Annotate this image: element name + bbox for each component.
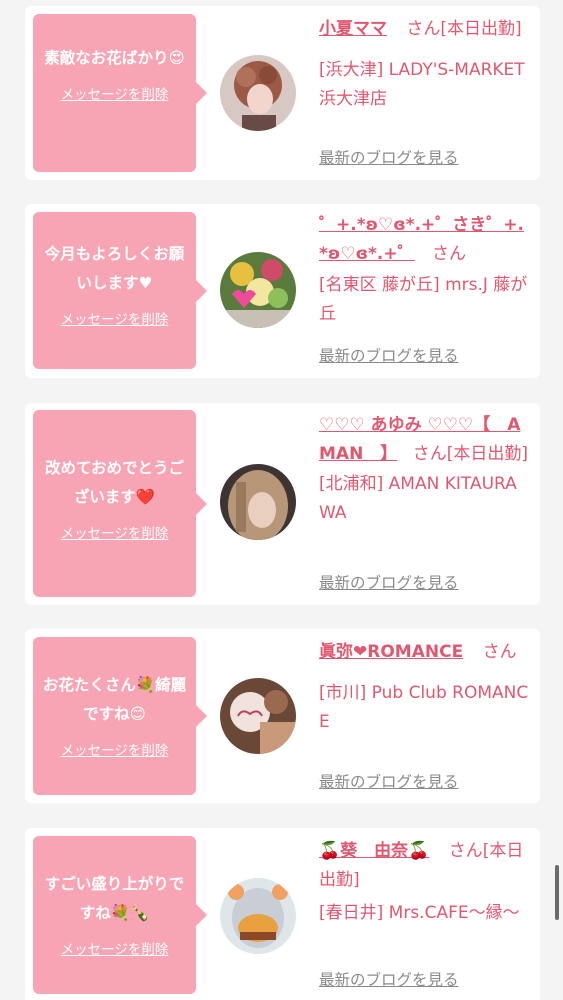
honorific-status: さん[本日出勤] bbox=[412, 444, 528, 464]
avatar[interactable] bbox=[220, 878, 296, 954]
delete-message-link[interactable]: メッセージを削除 bbox=[61, 739, 169, 759]
avatar[interactable] bbox=[220, 55, 296, 131]
delete-message-link[interactable]: メッセージを削除 bbox=[61, 938, 169, 958]
delete-message-link[interactable]: メッセージを削除 bbox=[61, 83, 169, 103]
honorific-status: さん[本日出勤] bbox=[406, 19, 522, 39]
message-bubble: すごい盛り上がりですね💐🍾 メッセージを削除 bbox=[33, 836, 207, 994]
delete-message-link[interactable]: メッセージを削除 bbox=[61, 522, 169, 542]
shop-info: [春日井] Mrs.CAFE〜縁〜 bbox=[319, 903, 520, 923]
message-card: 素敵なお花ばかり😍 メッセージを削除 小夏ママ さん[本日出勤] [浜大津] L… bbox=[25, 6, 540, 180]
message-bubble: 改めておめでとうございます❤️ メッセージを削除 bbox=[33, 410, 207, 597]
shop-info: [市川] Pub Club ROMANCE bbox=[319, 683, 529, 732]
scrollbar[interactable] bbox=[555, 865, 559, 920]
message-text: すごい盛り上がりですね💐🍾 bbox=[44, 875, 185, 922]
shop-info: [浜大津] LADY'S-MARKET 浜大津店 bbox=[319, 60, 525, 109]
blog-link[interactable]: 最新のブログを見る bbox=[319, 770, 459, 792]
shop-info: [北浦和] AMAN KITAURAWA bbox=[319, 474, 517, 523]
message-bubble: お花たくさん💐綺麗ですね😊 メッセージを削除 bbox=[33, 637, 207, 795]
message-text: 素敵なお花ばかり😍 bbox=[44, 49, 185, 67]
message-text: お花たくさん💐綺麗ですね😊 bbox=[42, 676, 187, 723]
honorific-status: さん bbox=[482, 642, 517, 662]
message-text: 改めておめでとうございます❤️ bbox=[44, 459, 185, 506]
name-link[interactable]: 小夏ママ bbox=[319, 19, 387, 39]
message-text: 今月もよろしくお願いします♥ bbox=[44, 245, 185, 292]
message-card: 今月もよろしくお願いします♥ メッセージを削除 ゜+.*ʚ♡ɞ*.+゜さき゜+.… bbox=[25, 204, 540, 378]
message-card: お花たくさん💐綺麗ですね😊 メッセージを削除 眞弥❤ROMANCE さん [市川… bbox=[25, 629, 540, 803]
avatar[interactable] bbox=[220, 678, 296, 754]
blog-link[interactable]: 最新のブログを見る bbox=[319, 571, 459, 593]
message-bubble: 素敵なお花ばかり😍 メッセージを削除 bbox=[33, 14, 207, 172]
message-card: 改めておめでとうございます❤️ メッセージを削除 ♡♡♡ あゆみ ♡♡♡【 AM… bbox=[25, 403, 540, 605]
blog-link[interactable]: 最新のブログを見る bbox=[319, 146, 459, 168]
shop-info: [名東区 藤が丘] mrs.J 藤が丘 bbox=[319, 275, 528, 324]
honorific-status: さん bbox=[432, 244, 466, 264]
delete-message-link[interactable]: メッセージを削除 bbox=[61, 308, 169, 328]
blog-link[interactable]: 最新のブログを見る bbox=[319, 968, 459, 990]
avatar[interactable] bbox=[220, 464, 296, 540]
blog-link[interactable]: 最新のブログを見る bbox=[319, 344, 459, 366]
message-bubble: 今月もよろしくお願いします♥ メッセージを削除 bbox=[33, 212, 207, 369]
name-link[interactable]: 眞弥❤ROMANCE bbox=[319, 642, 463, 662]
name-link[interactable]: 🍒葵 由奈🍒 bbox=[319, 841, 429, 861]
message-card: すごい盛り上がりですね💐🍾 メッセージを削除 🍒葵 由奈🍒 さん[本日出勤] [… bbox=[25, 828, 540, 1000]
name-link[interactable]: ゜+.*ʚ♡ɞ*.+゜さき゜+.*ʚ♡ɞ*.+゜ bbox=[319, 215, 524, 264]
avatar[interactable] bbox=[220, 252, 296, 328]
